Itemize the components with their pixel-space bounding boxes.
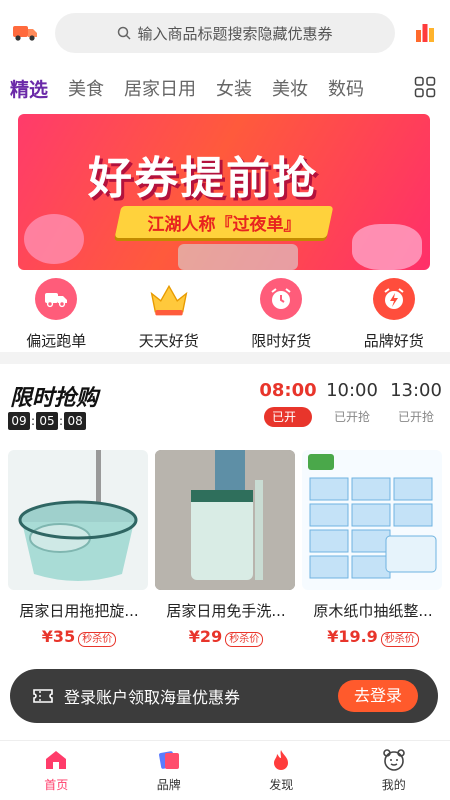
flame-icon bbox=[274, 750, 289, 770]
login-prompt-bar: 登录账户领取海量优惠券 去登录 bbox=[10, 669, 438, 723]
search-placeholder: 输入商品标题搜索隐藏优惠券 bbox=[137, 24, 333, 43]
product-name: 居家日用拖把旋... bbox=[19, 602, 139, 620]
banner-decoration bbox=[352, 224, 422, 270]
truck-icon[interactable] bbox=[12, 22, 38, 42]
product-name: 居家日用免手洗... bbox=[166, 602, 286, 620]
category-label: 限时好货 bbox=[251, 332, 312, 350]
slot-status: 已开抢 bbox=[333, 410, 370, 424]
ranking-icon[interactable] bbox=[414, 20, 436, 44]
flash-price-tag: 秒杀价 bbox=[380, 632, 419, 647]
lightning-clock-icon bbox=[372, 278, 415, 320]
nav-label: 首页 bbox=[44, 778, 69, 792]
app-page: 输入商品标题搜索隐藏优惠券 精选 美食 居家日用 女装 美妆 数码 好券提前抢 bbox=[0, 0, 450, 800]
countdown-seconds: 08 bbox=[64, 412, 87, 430]
flash-sale-title: 限时抢购 bbox=[10, 386, 99, 411]
promo-banner[interactable]: 好券提前抢 江湖人称『过夜单』 bbox=[0, 112, 450, 272]
section-divider bbox=[0, 352, 450, 364]
countdown-minutes: 05 bbox=[36, 412, 59, 430]
category-brand-goods[interactable]: 品牌好货 bbox=[338, 272, 450, 352]
tab-digital[interactable]: 数码 bbox=[318, 75, 374, 101]
brand-cards-icon bbox=[158, 751, 179, 769]
nav-discover[interactable]: 发现 bbox=[225, 741, 338, 800]
truck-icon bbox=[35, 278, 78, 320]
category-remote-delivery[interactable]: 偏远跑单 bbox=[0, 272, 113, 352]
quick-categories: 偏远跑单 天天好货 限时好货 品牌好货 bbox=[0, 272, 450, 352]
nav-label: 品牌 bbox=[156, 778, 181, 792]
time-slot-1300[interactable]: 13:00 已开抢 bbox=[390, 380, 442, 427]
countdown-timer: 09 : 05 : 08 bbox=[8, 412, 87, 430]
product-image bbox=[302, 450, 442, 590]
product-image bbox=[155, 450, 295, 590]
bear-face-icon bbox=[382, 749, 405, 771]
nav-label: 发现 bbox=[269, 778, 294, 792]
slot-status: 已开抢 bbox=[397, 410, 434, 424]
time-slot-1000[interactable]: 10:00 已开抢 bbox=[326, 380, 378, 427]
category-limited-goods[interactable]: 限时好货 bbox=[225, 272, 338, 352]
product-name: 原木纸巾抽纸整... bbox=[313, 602, 433, 620]
product-card[interactable]: 居家日用免手洗... ¥29 秒杀价 bbox=[155, 450, 297, 647]
top-bar: 输入商品标题搜索隐藏优惠券 bbox=[0, 0, 450, 64]
alarm-clock-icon bbox=[260, 278, 303, 320]
slot-time: 08:00 bbox=[259, 380, 317, 401]
bottom-navigation: 首页 品牌 发现 我的 bbox=[0, 740, 450, 800]
tab-women[interactable]: 女装 bbox=[206, 75, 262, 101]
nav-brand[interactable]: 品牌 bbox=[113, 741, 226, 800]
slot-time: 13:00 bbox=[390, 380, 442, 401]
nav-mine[interactable]: 我的 bbox=[338, 741, 450, 800]
countdown-hours: 09 bbox=[8, 412, 30, 430]
flash-sale-section: 限时抢购 09 : 05 : 08 08:00 已开抢 10:00 已开抢 13… bbox=[0, 364, 450, 664]
slot-time: 10:00 bbox=[326, 380, 378, 401]
login-button[interactable]: 去登录 bbox=[338, 680, 418, 712]
ticket-icon bbox=[33, 689, 53, 703]
product-price: ¥19.9 bbox=[327, 627, 378, 646]
search-icon bbox=[118, 26, 132, 40]
banner-title: 好券提前抢 bbox=[88, 153, 318, 204]
home-icon bbox=[46, 751, 67, 769]
tab-beauty[interactable]: 美妆 bbox=[262, 75, 318, 101]
slot-status: 已开抢 bbox=[264, 407, 312, 444]
tab-featured[interactable]: 精选 bbox=[0, 75, 58, 102]
flash-price-tag: 秒杀价 bbox=[225, 632, 264, 647]
tab-home[interactable]: 居家日用 bbox=[114, 75, 206, 101]
product-price: ¥35 bbox=[41, 627, 76, 646]
crown-icon bbox=[148, 278, 190, 320]
banner-image: 好券提前抢 江湖人称『过夜单』 bbox=[18, 114, 430, 270]
login-prompt-text: 登录账户领取海量优惠券 bbox=[64, 688, 241, 707]
banner-decoration bbox=[178, 244, 298, 270]
category-label: 偏远跑单 bbox=[26, 332, 87, 350]
category-tabs: 精选 美食 居家日用 女装 美妆 数码 bbox=[0, 70, 450, 106]
time-slots: 08:00 已开抢 10:00 已开抢 13:00 已开抢 bbox=[259, 380, 442, 444]
nav-label: 我的 bbox=[381, 778, 406, 792]
product-card[interactable]: 居家日用拖把旋... ¥35 秒杀价 bbox=[8, 450, 150, 647]
product-image bbox=[8, 450, 148, 590]
category-label: 品牌好货 bbox=[363, 332, 424, 350]
banner-subtitle: 江湖人称『过夜单』 bbox=[147, 215, 301, 235]
tab-food[interactable]: 美食 bbox=[58, 75, 114, 101]
flash-price-tag: 秒杀价 bbox=[78, 632, 117, 647]
nav-home[interactable]: 首页 bbox=[0, 741, 113, 800]
banner-decoration bbox=[24, 214, 84, 264]
search-bar[interactable]: 输入商品标题搜索隐藏优惠券 bbox=[55, 13, 395, 53]
category-label: 天天好货 bbox=[138, 332, 199, 350]
product-card[interactable]: 原木纸巾抽纸整... ¥19.9 秒杀价 bbox=[302, 450, 444, 647]
category-daily-goods[interactable]: 天天好货 bbox=[113, 272, 226, 352]
time-slot-0800[interactable]: 08:00 已开抢 bbox=[259, 380, 316, 444]
grid-menu-icon[interactable] bbox=[414, 76, 436, 98]
product-list: 居家日用拖把旋... ¥35 秒杀价 居家日用免手洗... ¥29 秒杀价 原木… bbox=[0, 450, 450, 660]
product-price: ¥29 bbox=[188, 627, 223, 646]
